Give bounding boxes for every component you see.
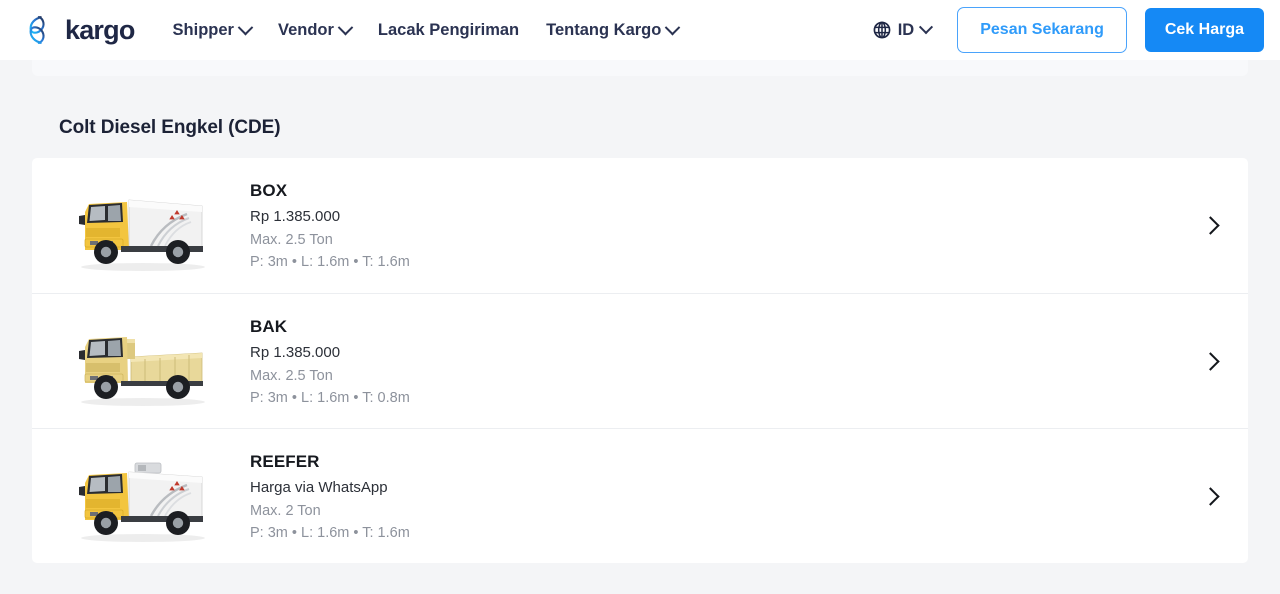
nav-item-label: Tentang Kargo [546,20,662,39]
nav-item-lacak-pengiriman[interactable]: Lacak Pengiriman [378,21,519,40]
truck-dimensions: P: 3m • L: 1.6m • T: 1.6m [250,254,410,270]
truck-capacity: Max. 2.5 Ton [250,232,333,248]
chevron-right-icon[interactable] [1200,216,1220,236]
previous-section-panel-edge [32,60,1248,76]
site-header: kargo Shipper Vendor Lacak Pengiriman Te… [0,0,1280,60]
chevron-right-icon[interactable] [1200,486,1220,506]
pesan-sekarang-button[interactable]: Pesan Sekarang [957,7,1127,53]
truck-reefer-icon [60,441,220,551]
header-actions: ID Pesan Sekarang Cek Harga [873,7,1264,53]
language-selector[interactable]: ID [873,20,934,40]
chevron-down-icon [665,19,681,35]
truck-bak-icon [60,306,220,416]
cek-harga-button[interactable]: Cek Harga [1144,8,1264,52]
truck-capacity: Max. 2.5 Ton [250,367,333,384]
main-nav: Shipper Vendor Lacak Pengiriman Tentang … [172,19,681,40]
nav-item-tentang-kargo[interactable]: Tentang Kargo [546,19,681,40]
chevron-down-icon [337,19,354,35]
chevron-down-icon [237,19,254,35]
truck-box-icon [60,171,220,281]
globe-icon [873,21,891,39]
page-title: Colt Diesel Engkel (CDE) [59,117,281,138]
logo[interactable]: kargo [24,13,135,47]
page-body: Colt Diesel Engkel (CDE) BOX Rp 1.385.00… [0,60,1280,594]
truck-info: BOX Rp 1.385.000 Max. 2.5 Ton P: 3m • L:… [250,181,410,270]
truck-row-box[interactable]: BOX Rp 1.385.000 Max. 2.5 Ton P: 3m • L:… [32,158,1248,293]
truck-row-reefer[interactable]: REEFER Harga via WhatsApp Max. 2 Ton P: … [32,428,1248,563]
truck-capacity: Max. 2 Ton [250,502,321,519]
truck-list-card: BOX Rp 1.385.000 Max. 2.5 Ton P: 3m • L:… [32,158,1248,563]
truck-row-bak[interactable]: BAK Rp 1.385.000 Max. 2.5 Ton P: 3m • L:… [32,293,1248,428]
truck-dimensions: P: 3m • L: 1.6m • T: 0.8m [250,389,410,406]
chevron-right-icon[interactable] [1200,351,1220,371]
nav-item-label: Shipper [172,20,234,39]
nav-item-label: Vendor [277,20,334,39]
truck-price: Harga via WhatsApp [250,478,388,496]
language-label: ID [897,20,915,39]
nav-item-vendor[interactable]: Vendor [277,19,354,40]
truck-price: Rp 1.385.000 [250,343,341,361]
nav-item-shipper[interactable]: Shipper [172,19,254,40]
truck-dimensions: P: 3m • L: 1.6m • T: 1.6m [250,524,410,541]
truck-name: BOX [250,181,288,200]
truck-name: REEFER [250,451,320,471]
truck-info: BAK Rp 1.385.000 Max. 2.5 Ton P: 3m • L:… [250,317,410,406]
logo-text: kargo [65,14,135,45]
truck-name: BAK [250,316,288,336]
kargo-logo-icon [24,13,58,47]
truck-info: REEFER Harga via WhatsApp Max. 2 Ton P: … [250,452,410,541]
chevron-down-icon [919,20,934,35]
nav-item-label: Lacak Pengiriman [377,20,520,39]
truck-price: Rp 1.385.000 [250,208,341,225]
